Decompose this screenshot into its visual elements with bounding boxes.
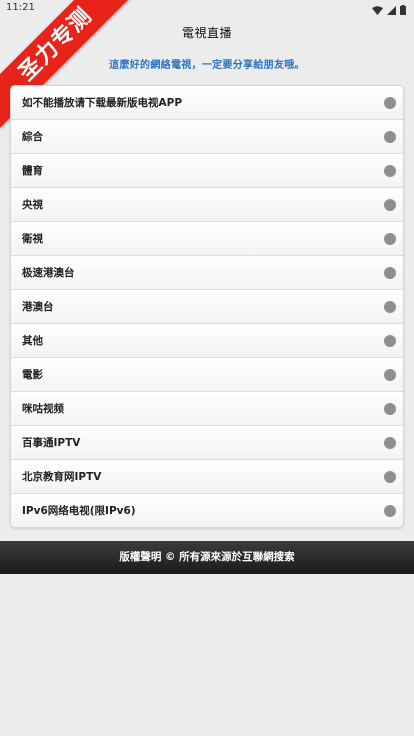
channel-label: 央視 (22, 199, 43, 211)
status-time: 11:21 (6, 2, 35, 13)
channel-item-general[interactable]: 綜合 (11, 120, 403, 154)
circle-icon (384, 165, 396, 177)
channel-item-satellite[interactable]: 衛視 (11, 222, 403, 256)
channel-label: 其他 (22, 335, 43, 347)
status-icons (372, 3, 406, 15)
channel-label: 電影 (22, 369, 43, 381)
wifi-icon (372, 0, 383, 19)
channel-label: 咪咕视频 (22, 403, 64, 415)
share-notice: 這麼好的網絡電視，一定要分享給朋友哦。 (109, 60, 305, 71)
channel-item-migu-video[interactable]: 咪咕视频 (11, 392, 403, 426)
circle-icon (384, 97, 396, 109)
page-title: 電視直播 (181, 26, 232, 40)
circle-icon (384, 233, 396, 245)
channel-item-bestv-iptv[interactable]: 百事通IPTV (11, 426, 403, 460)
channel-item-ipv6-tv[interactable]: IPv6网络电视(限IPv6) (11, 494, 403, 527)
channel-label: 體育 (22, 165, 43, 177)
circle-icon (384, 369, 396, 381)
channel-label: 綜合 (22, 131, 43, 143)
signal-icon (387, 0, 396, 19)
channel-label: 港澳台 (22, 301, 54, 313)
channel-item-sports[interactable]: 體育 (11, 154, 403, 188)
channel-item-other[interactable]: 其他 (11, 324, 403, 358)
channel-label: 衛視 (22, 233, 43, 245)
channel-label: IPv6网络电视(限IPv6) (22, 505, 136, 517)
circle-icon (384, 437, 396, 449)
circle-icon (384, 335, 396, 347)
circle-icon (384, 199, 396, 211)
channel-item-hk-macau-tw[interactable]: 港澳台 (11, 290, 403, 324)
circle-icon (384, 267, 396, 279)
channel-item-cctv[interactable]: 央視 (11, 188, 403, 222)
channel-label: 北京教育网IPTV (22, 471, 102, 483)
circle-icon (384, 505, 396, 517)
circle-icon (384, 131, 396, 143)
channel-item-movies[interactable]: 電影 (11, 358, 403, 392)
battery-icon (400, 0, 406, 19)
channel-item-fast-hk-macau-tw[interactable]: 极速港澳台 (11, 256, 403, 290)
channel-item-download-app[interactable]: 如不能播放请下载最新版电视APP (11, 86, 403, 120)
channel-label: 如不能播放请下载最新版电视APP (22, 97, 183, 109)
channel-list: 如不能播放请下载最新版电视APP 綜合 體育 央視 衛視 极速港澳台 港澳台 其… (10, 85, 404, 528)
circle-icon (384, 403, 396, 415)
circle-icon (384, 471, 396, 483)
copyright-footer: 版權聲明 © 所有源來源於互聯網搜索 (0, 541, 414, 574)
channel-label: 百事通IPTV (22, 437, 81, 449)
circle-icon (384, 301, 396, 313)
channel-label: 极速港澳台 (22, 267, 75, 279)
channel-item-beijing-edu-iptv[interactable]: 北京教育网IPTV (11, 460, 403, 494)
